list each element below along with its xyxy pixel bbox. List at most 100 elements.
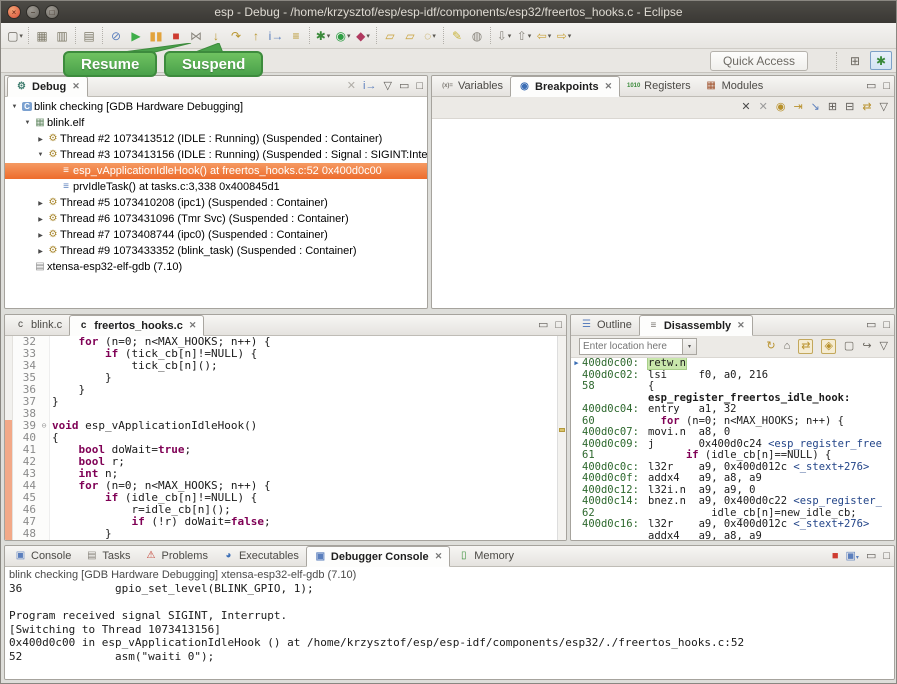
remove-all-breakpoints-icon[interactable]: ✕ bbox=[759, 102, 768, 113]
code-line[interactable]: 37} bbox=[5, 396, 566, 408]
open-resource-button[interactable]: ▱ bbox=[400, 25, 420, 47]
close-icon[interactable]: ✕ bbox=[737, 320, 745, 331]
minimize-icon[interactable]: ▭ bbox=[866, 551, 876, 562]
tab-variables[interactable]: (x)=Variables bbox=[434, 76, 510, 96]
expand-all-icon[interactable]: ⊞ bbox=[828, 102, 837, 113]
code-line[interactable]: 39⊖void esp_vApplicationIdleHook() bbox=[5, 420, 566, 432]
tab-debug[interactable]: ⚙Debug✕ bbox=[7, 76, 88, 97]
close-icon[interactable]: ✕ bbox=[72, 81, 80, 92]
code-editor[interactable]: 32 for (n=0; n<MAX_HOOKS; n++) {33 if (t… bbox=[5, 336, 566, 540]
fold-collapse-icon[interactable]: ⊖ bbox=[39, 420, 50, 432]
tab-disassembly[interactable]: ≡Disassembly✕ bbox=[639, 315, 753, 336]
tab-outline[interactable]: ☰Outline bbox=[573, 315, 639, 335]
external-tools-button[interactable]: ◆▾ bbox=[353, 25, 373, 47]
disassembly-listing[interactable]: ▶400d0c00:retw.n400d0c02:lsi f0, a0, 216… bbox=[571, 358, 894, 540]
expander-icon[interactable]: ▼ bbox=[35, 152, 46, 158]
expander-icon[interactable]: ▶ bbox=[35, 216, 46, 223]
maximize-icon[interactable]: □ bbox=[416, 81, 423, 92]
instruction-stepping-mode-icon[interactable]: i→ bbox=[363, 81, 376, 92]
tab-registers[interactable]: 1010Registers bbox=[620, 76, 697, 96]
new-folder-button[interactable]: ▱ bbox=[380, 25, 400, 47]
maximize-icon[interactable]: □ bbox=[555, 320, 562, 331]
tab-breakpoints[interactable]: ◉Breakpoints✕ bbox=[510, 76, 620, 97]
code-line[interactable]: 35 } bbox=[5, 372, 566, 384]
tab-problems[interactable]: ⚠Problems bbox=[137, 546, 214, 566]
display-selected-console-icon[interactable]: ▣▾ bbox=[846, 551, 859, 562]
back-button[interactable]: ⇦▾ bbox=[534, 25, 554, 47]
dropdown-arrow-icon[interactable]: ▾ bbox=[366, 32, 370, 40]
show-source-icon[interactable]: ◈ bbox=[821, 339, 835, 354]
expander-icon[interactable]: ▶ bbox=[35, 200, 46, 207]
debug-tree-item-blink-checking-gdb-hard[interactable]: ▼Cblink checking [GDB Hardware Debugging… bbox=[5, 99, 427, 115]
debug-tree-item-thread-3-1073413156-id[interactable]: ▼⚙Thread #3 1073413156 (IDLE : Running) … bbox=[5, 147, 427, 163]
debug-button[interactable]: ✱▾ bbox=[313, 25, 333, 47]
minimize-icon[interactable]: ▭ bbox=[538, 320, 548, 331]
expander-icon[interactable]: ▼ bbox=[22, 120, 33, 126]
collapse-all-icon[interactable]: ⊟ bbox=[845, 102, 854, 113]
debug-tree-item-thread-7-1073408744-ip[interactable]: ▶⚙Thread #7 1073408744 (ipc0) (Suspended… bbox=[5, 227, 427, 243]
search-button[interactable]: ◌▾ bbox=[420, 25, 440, 47]
location-input[interactable] bbox=[579, 338, 683, 355]
next-annotation-button[interactable]: ⇩▾ bbox=[494, 25, 514, 47]
open-perspective-button[interactable]: ⊞ bbox=[844, 51, 866, 70]
expander-icon[interactable]: ▼ bbox=[9, 104, 20, 110]
tab-console[interactable]: ▣Console bbox=[7, 546, 78, 566]
mark-occurrences-button[interactable]: ✎ bbox=[447, 25, 467, 47]
debug-tree-item-esp-vapplicationidlehook[interactable]: ≡esp_vApplicationIdleHook() at freertos_… bbox=[5, 163, 427, 179]
dropdown-arrow-icon[interactable]: ▾ bbox=[568, 32, 572, 40]
remove-all-terminated-icon[interactable]: ✕ bbox=[347, 81, 356, 92]
terminate-icon[interactable]: ■ bbox=[832, 551, 839, 562]
skip-all-breakpoints-icon[interactable]: ↘ bbox=[811, 102, 820, 113]
debug-tree-item-blink-elf[interactable]: ▼▦blink.elf bbox=[5, 115, 427, 131]
tab-debugger-console[interactable]: ▣Debugger Console✕ bbox=[306, 546, 450, 567]
close-button[interactable]: × bbox=[7, 5, 21, 19]
copy-icon[interactable]: ▢ bbox=[844, 341, 854, 352]
remove-selected-breakpoints-icon[interactable]: ✕ bbox=[741, 102, 750, 113]
minimize-button[interactable]: − bbox=[26, 5, 40, 19]
debug-tree-item-xtensa-esp32-elf-gdb-7[interactable]: ▤xtensa-esp32-elf-gdb (7.10) bbox=[5, 259, 427, 275]
debug-tree-item-thread-9-1073433352-bl[interactable]: ▶⚙Thread #9 1073433352 (blink_task) (Sus… bbox=[5, 243, 427, 259]
close-icon[interactable]: ✕ bbox=[435, 551, 443, 562]
view-menu-icon[interactable]: ▽ bbox=[880, 102, 888, 113]
dropdown-arrow-icon[interactable]: ▾ bbox=[347, 32, 351, 40]
minimize-icon[interactable]: ▭ bbox=[399, 81, 409, 92]
link-with-debug-view-icon[interactable]: ⇄ bbox=[862, 102, 871, 113]
forward-button[interactable]: ⇨▾ bbox=[554, 25, 574, 47]
tab-blink-c[interactable]: cblink.c bbox=[7, 315, 69, 335]
close-icon[interactable]: ✕ bbox=[605, 81, 613, 92]
expander-icon[interactable]: ▶ bbox=[35, 232, 46, 239]
maximize-icon[interactable]: □ bbox=[883, 81, 890, 92]
home-icon[interactable]: ⌂ bbox=[784, 341, 791, 352]
tab-modules[interactable]: ▦Modules bbox=[698, 76, 771, 96]
code-line[interactable]: 36 } bbox=[5, 384, 566, 396]
minimize-icon[interactable]: ▭ bbox=[866, 81, 876, 92]
view-menu-icon[interactable]: ▽ bbox=[383, 81, 391, 92]
previous-annotation-button[interactable]: ⇧▾ bbox=[514, 25, 534, 47]
dropdown-arrow-icon[interactable]: ▾ bbox=[548, 32, 552, 40]
maximize-icon[interactable]: □ bbox=[883, 320, 890, 331]
minimize-icon[interactable]: ▭ bbox=[866, 320, 876, 331]
console-output[interactable]: blink checking [GDB Hardware Debugging] … bbox=[5, 567, 894, 679]
code-line[interactable]: 48 } bbox=[5, 528, 566, 540]
expander-icon[interactable]: ▶ bbox=[35, 136, 46, 143]
quick-access-button[interactable]: Quick Access bbox=[710, 51, 808, 71]
debug-tree-item-thread-5-1073410208-ip[interactable]: ▶⚙Thread #5 1073410208 (ipc1) (Suspended… bbox=[5, 195, 427, 211]
overview-ruler[interactable] bbox=[557, 336, 566, 540]
tab-freertos-hooks-c[interactable]: cfreertos_hooks.c✕ bbox=[69, 315, 204, 336]
debug-tree-item-thread-2-1073413512-id[interactable]: ▶⚙Thread #2 1073413512 (IDLE : Running) … bbox=[5, 131, 427, 147]
debug-perspective-button[interactable]: ✱ bbox=[870, 51, 892, 70]
run-button[interactable]: ◉▾ bbox=[333, 25, 353, 47]
dropdown-arrow-icon[interactable]: ▾ bbox=[528, 32, 532, 40]
dropdown-arrow-icon[interactable]: ▾ bbox=[327, 32, 331, 40]
expander-icon[interactable]: ▶ bbox=[35, 248, 46, 255]
dropdown-arrow-icon[interactable]: ▾ bbox=[19, 32, 23, 40]
tab-executables[interactable]: ◕Executables bbox=[215, 546, 306, 566]
tab-memory[interactable]: ▯Memory bbox=[450, 546, 521, 566]
view-menu-icon[interactable]: ▽ bbox=[880, 341, 888, 352]
maximize-icon[interactable]: □ bbox=[883, 551, 890, 562]
tab-tasks[interactable]: ▤Tasks bbox=[78, 546, 137, 566]
dropdown-arrow-icon[interactable]: ▾ bbox=[856, 555, 859, 561]
refresh-view-icon[interactable]: ↻ bbox=[766, 341, 775, 352]
go-to-file-for-breakpoint-icon[interactable]: ⇥ bbox=[793, 102, 802, 113]
maximize-button[interactable]: □ bbox=[45, 5, 59, 19]
